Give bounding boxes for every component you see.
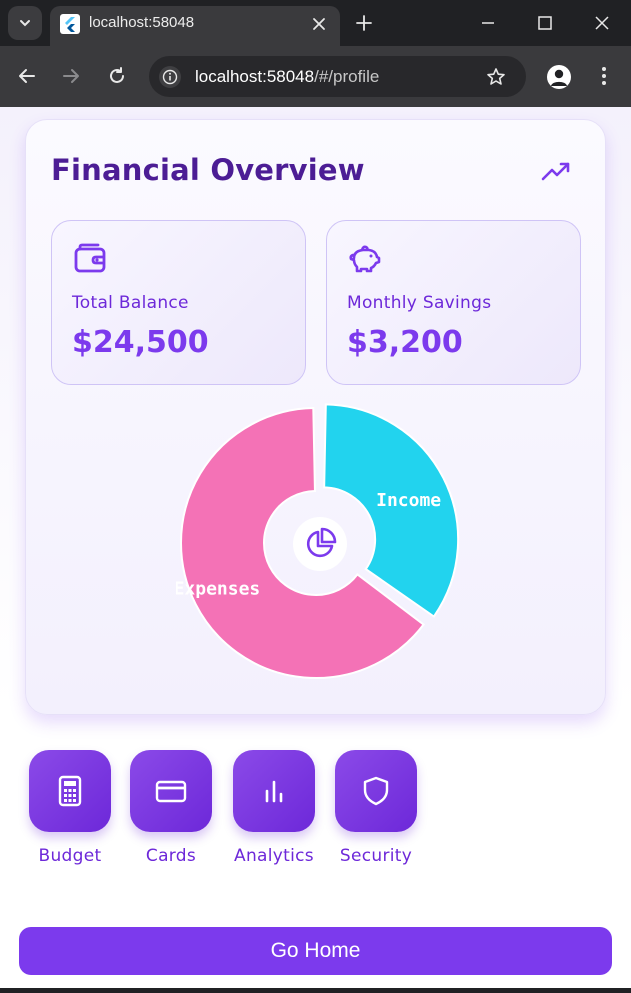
action-label: Cards	[145, 846, 197, 866]
url-text: localhost:58048/#/profile	[195, 67, 379, 87]
pie-label-expenses: Expenses	[176, 578, 260, 599]
piggy-bank-icon	[349, 245, 381, 273]
flutter-favicon-icon	[60, 14, 80, 34]
profile-page: Financial Overview Total Balance $24,500…	[0, 107, 631, 993]
financial-overview-card: Financial Overview Total Balance $24,500…	[25, 119, 606, 715]
browser-toolbar: localhost:58048/#/profile	[0, 46, 631, 107]
bookmark-star-icon[interactable]	[485, 66, 507, 88]
security-action[interactable]: Security	[326, 750, 426, 870]
action-label: Budget	[38, 846, 102, 866]
action-label: Analytics	[234, 846, 314, 866]
total-balance-card[interactable]: Total Balance $24,500	[51, 220, 306, 385]
tab-search-button[interactable]	[8, 6, 42, 40]
monthly-savings-card[interactable]: Monthly Savings $3,200	[326, 220, 581, 385]
browser-tab-bar: localhost:58048	[0, 0, 631, 46]
credit-card-icon	[155, 780, 187, 803]
shield-icon	[363, 776, 389, 806]
stat-value: $24,500	[72, 325, 209, 360]
cards-action[interactable]: Cards	[121, 750, 221, 870]
budget-button[interactable]	[29, 750, 111, 832]
action-label: Security	[339, 846, 413, 866]
calculator-icon	[58, 775, 82, 807]
analytics-action[interactable]: Analytics	[224, 750, 324, 870]
minimize-icon[interactable]	[478, 13, 498, 33]
reload-icon[interactable]	[106, 65, 128, 87]
security-button[interactable]	[335, 750, 417, 832]
window-bottom-edge	[0, 988, 631, 993]
new-tab-icon[interactable]	[353, 12, 375, 34]
budget-action[interactable]: Budget	[20, 750, 120, 870]
url-path: /#/profile	[314, 67, 380, 86]
profile-avatar-icon[interactable]	[547, 65, 571, 89]
cards-button[interactable]	[130, 750, 212, 832]
go-home-button[interactable]: Go Home	[19, 927, 612, 975]
stat-label: Monthly Savings	[347, 293, 492, 313]
card-title: Financial Overview	[51, 153, 365, 187]
browser-tab[interactable]: localhost:58048	[50, 6, 340, 46]
wallet-icon	[74, 243, 106, 273]
url-host: localhost:58048	[195, 67, 315, 86]
income-expenses-pie-chart[interactable]: Income Expenses	[176, 400, 476, 700]
close-window-icon[interactable]	[592, 13, 612, 33]
more-menu-icon[interactable]	[595, 64, 613, 88]
trending-up-icon	[541, 162, 570, 181]
analytics-button[interactable]	[233, 750, 315, 832]
pie-center-disc	[293, 517, 347, 571]
forward-arrow-icon[interactable]	[60, 65, 82, 87]
address-bar[interactable]: localhost:58048/#/profile	[149, 56, 526, 97]
stat-value: $3,200	[347, 325, 463, 360]
stat-label: Total Balance	[72, 293, 189, 313]
site-info-icon[interactable]	[159, 66, 181, 88]
chevron-down-icon	[20, 20, 30, 27]
pie-label-income: Income	[376, 490, 441, 511]
maximize-icon[interactable]	[535, 13, 555, 33]
back-arrow-icon[interactable]	[16, 65, 38, 87]
bar-chart-icon	[265, 780, 283, 803]
tab-title: localhost:58048	[89, 14, 195, 31]
close-tab-icon[interactable]	[309, 14, 329, 34]
